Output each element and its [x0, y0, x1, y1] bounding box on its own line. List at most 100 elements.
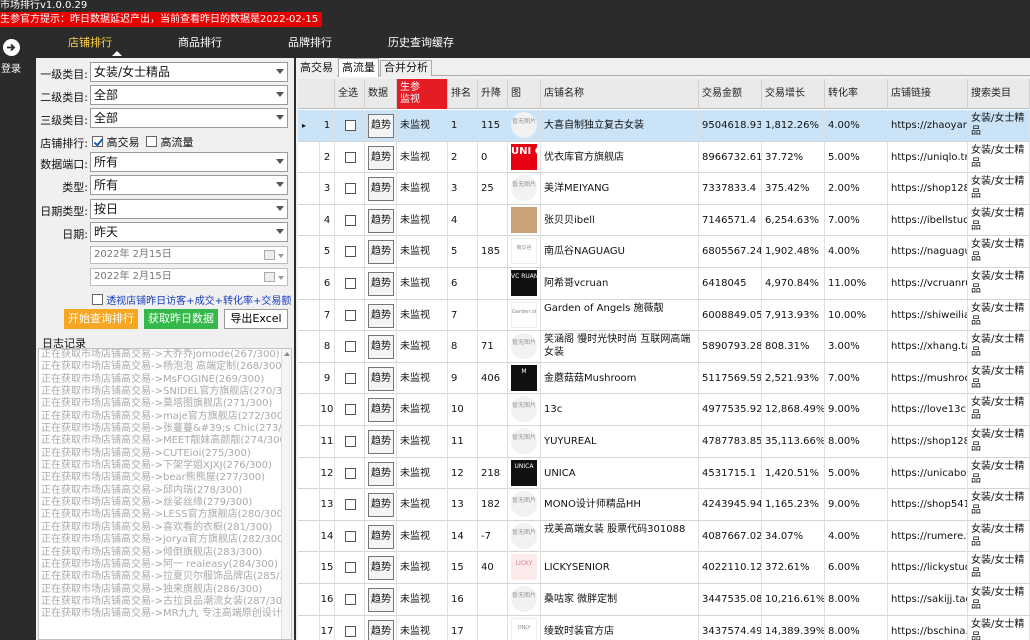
table-row[interactable]: 17 趋势 未监视 17 ONLY 绫致时装官方店 3437574.49 14,389.39%… [298, 615, 1030, 640]
tab-merge-analysis[interactable]: 合并分析 [380, 60, 432, 76]
shop-link[interactable]: https://shop1286 [888, 426, 968, 457]
trend-button[interactable]: 趋势 [368, 240, 394, 265]
trend-button[interactable]: 趋势 [368, 430, 394, 454]
tab-product-rank[interactable]: 商品排行 [178, 34, 222, 50]
row-checkbox[interactable] [345, 372, 356, 384]
tab-history-cache[interactable]: 历史查询缓存 [388, 34, 454, 50]
trend-button[interactable]: 趋势 [368, 145, 394, 170]
export-excel-button[interactable]: 导出Excel [224, 309, 288, 329]
login-label[interactable]: 登录 [1, 60, 21, 75]
type-select[interactable]: 所有 [90, 175, 288, 195]
row-checkbox[interactable] [345, 467, 356, 479]
table-row[interactable]: 16 趋势 未监视 16 暂无图片 桑咕家 微胖定制 3447535.08 10,216.61… [298, 584, 1030, 616]
row-selector[interactable] [298, 426, 320, 457]
row-checkbox[interactable] [345, 214, 356, 226]
table-row[interactable]: 2趋势未监视20UNI QLO优衣库官方旗舰店8966732.6137.72%5… [298, 141, 1030, 174]
shop-link[interactable]: https://uniqlo.tmall [888, 141, 968, 173]
row-checkbox[interactable] [345, 183, 356, 195]
tab-shop-rank[interactable]: 店铺排行 [68, 34, 112, 50]
fetch-yesterday-button[interactable]: 获取昨日数据 [144, 309, 218, 329]
tab-high-traffic[interactable]: 高流量 [338, 58, 379, 77]
shop-link[interactable]: https://shiweilian [888, 299, 968, 331]
date-to-picker[interactable]: 2022年 2月15日 [90, 268, 288, 286]
row-selector[interactable] [298, 299, 320, 331]
header-amount[interactable]: 交易金额 [699, 79, 762, 109]
row-selector[interactable] [298, 394, 320, 426]
cat2-select[interactable]: 全部 [90, 85, 288, 105]
trend-button[interactable]: 趋势 [368, 114, 394, 138]
row-checkbox[interactable] [345, 151, 356, 163]
row-checkbox[interactable] [345, 309, 356, 321]
row-checkbox[interactable] [345, 562, 356, 574]
shop-link[interactable]: https://mushroom [888, 362, 968, 394]
table-row[interactable]: 12 趋势 未监视 12 218 UNICA UNICA 4531715.1 1,420.51%… [298, 457, 1030, 490]
date-from-picker[interactable]: 2022年 2月15日 [90, 246, 288, 264]
trend-button[interactable]: 趋势 [368, 588, 394, 612]
log-scrollbar[interactable] [281, 349, 291, 639]
row-checkbox[interactable] [345, 594, 356, 605]
header-change[interactable]: 升降 [478, 79, 508, 109]
table-row[interactable]: 8 趋势 未监视 8 71 暂无图片 笑涵阁 慢时光快时尚 互联网高端女装 5890793.2… [298, 331, 1030, 363]
log-box[interactable]: 正在获取市场店铺高交易->大乔乔jomode(267/300) 正在获取市场店铺高… [38, 348, 292, 640]
row-checkbox[interactable] [345, 278, 356, 289]
row-pointer-icon[interactable]: ▸ [298, 110, 320, 141]
row-checkbox[interactable] [345, 436, 356, 447]
date-select[interactable]: 昨天 [90, 222, 288, 242]
trend-button[interactable]: 趋势 [368, 208, 394, 233]
row-selector[interactable] [298, 173, 320, 205]
cat3-select[interactable]: 全部 [90, 108, 288, 128]
row-selector[interactable] [298, 362, 320, 394]
header-rank[interactable]: 排名 [448, 79, 478, 109]
row-selector[interactable] [298, 236, 320, 268]
start-query-button[interactable]: 开始查询排行 [64, 309, 138, 329]
trend-button[interactable]: 趋势 [368, 461, 394, 486]
row-selector[interactable] [298, 141, 320, 173]
row-checkbox[interactable] [345, 120, 356, 131]
row-selector[interactable] [298, 552, 320, 584]
trend-button[interactable]: 趋势 [368, 556, 394, 581]
shop-link[interactable]: https://naguagu.t [888, 236, 968, 268]
row-checkbox[interactable] [345, 246, 356, 258]
rank-high-trade-checkbox[interactable]: 高交易 [92, 134, 140, 150]
row-selector[interactable] [298, 520, 320, 552]
trend-button[interactable]: 趋势 [368, 303, 394, 328]
trend-button[interactable]: 趋势 [368, 366, 394, 391]
row-checkbox[interactable] [345, 530, 356, 542]
shop-link[interactable]: https://rumere.tm [888, 520, 968, 552]
header-select-all[interactable]: 全选 [335, 79, 365, 109]
datetype-select[interactable]: 按日 [90, 199, 288, 219]
shop-link[interactable]: https://sakijj.tao [888, 584, 968, 615]
shop-link[interactable]: https://unicabout [888, 457, 968, 489]
table-row[interactable]: 9 趋势 未监视 9 406 M 金蘑菇菇Mushroom 5117569.59 2,521.9… [298, 362, 1030, 395]
table-row[interactable]: 4 趋势 未监视 4 张贝贝ibell 7146571.4 6,254.63% 7.00% ht… [298, 204, 1030, 237]
header-conversion[interactable]: 转化率 [825, 79, 888, 109]
row-selector[interactable] [298, 457, 320, 489]
shop-link[interactable]: https://lickystudi [888, 552, 968, 584]
table-row[interactable]: ▸ 1 趋势 未监视 1 115 暂无图片 大喜自制独立复古女装 9504618.93 1,812… [298, 110, 1030, 142]
perspective-checkbox[interactable]: 透视店铺昨日访客+成交+转化率+交易额 [92, 292, 291, 307]
shop-link[interactable]: https://love13c.ta [888, 394, 968, 426]
table-row[interactable]: 15 趋势 未监视 15 40 LICKY LICKYSENIOR 4022110.12 372… [298, 552, 1030, 584]
header-category[interactable]: 搜索类目 [968, 79, 1030, 109]
table-row[interactable]: 3 趋势 未监视 3 25 暂无图片 美洋MEIYANG 7337833.4 375.42% 2.… [298, 173, 1030, 205]
table-row[interactable]: 7趋势未监视7Garden of AngelsGarden of Angels … [298, 299, 1030, 332]
shop-link[interactable]: https://shop1285 [888, 173, 968, 205]
shop-link[interactable]: https://vcruanrua [888, 268, 968, 299]
row-checkbox[interactable] [345, 625, 356, 637]
trend-button[interactable]: 趋势 [368, 493, 394, 518]
tab-high-trade[interactable]: 高交易 [296, 60, 337, 76]
trend-button[interactable]: 趋势 [368, 335, 394, 360]
row-checkbox[interactable] [345, 499, 356, 511]
tab-brand-rank[interactable]: 品牌排行 [288, 34, 332, 50]
trend-button[interactable]: 趋势 [368, 272, 394, 296]
rank-high-traffic-checkbox[interactable]: 高流量 [146, 134, 194, 150]
row-selector[interactable] [298, 204, 320, 236]
login-icon[interactable] [3, 39, 20, 56]
header-link[interactable]: 店铺链接 [888, 79, 968, 109]
row-selector[interactable] [298, 331, 320, 363]
trend-button[interactable]: 趋势 [368, 398, 394, 423]
trend-button[interactable]: 趋势 [368, 177, 394, 202]
header-shop-name[interactable]: 店铺名称 [541, 79, 699, 109]
shop-link[interactable]: https://bschina.t [888, 615, 968, 640]
row-checkbox[interactable] [345, 341, 356, 353]
